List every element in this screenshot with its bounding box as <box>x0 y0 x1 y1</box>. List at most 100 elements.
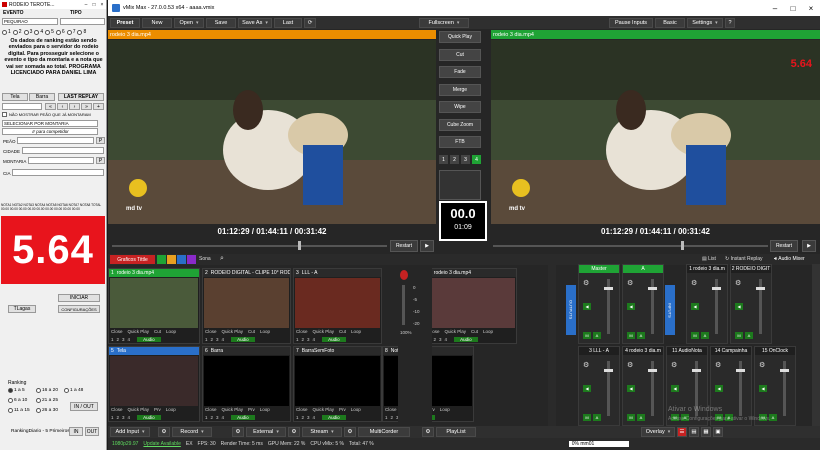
tab-tela[interactable]: Tela <box>2 93 28 101</box>
input-thumbnail[interactable] <box>204 356 289 406</box>
cia-select[interactable] <box>12 169 104 176</box>
instant-replay-button[interactable]: ↻ Instant Replay <box>725 256 763 262</box>
montaria-select[interactable] <box>28 157 94 164</box>
output-seek-handle[interactable] <box>681 241 684 250</box>
prev-button[interactable]: ‹ <box>57 103 68 110</box>
ranking-in-button[interactable]: IN <box>69 427 83 436</box>
mute-button[interactable]: ◀ <box>583 385 591 392</box>
input-action-loop[interactable]: Loop <box>260 329 270 334</box>
pause-inputs-button[interactable]: Pause Inputs <box>609 17 653 28</box>
gear-icon[interactable]: ⚙ <box>627 361 633 369</box>
gear-icon[interactable]: ⚙ <box>583 279 589 287</box>
tab-last-replay[interactable]: LAST REPLAY <box>58 93 104 101</box>
input-action-prv[interactable]: Prv <box>154 407 161 412</box>
output-play-button[interactable]: ▶ <box>802 240 816 252</box>
ranking-out-button[interactable]: OUT <box>85 427 99 436</box>
transition-merge[interactable]: Merge <box>439 83 481 96</box>
basic-button[interactable]: Basic <box>655 17 685 28</box>
gear-icon[interactable]: ⚙ <box>627 279 633 287</box>
gear-icon[interactable]: ⚙ <box>691 279 697 287</box>
graficos-tab[interactable]: Graficos Tittle <box>110 255 155 264</box>
input-overlay-3[interactable]: 3 <box>216 415 219 420</box>
input-action-close[interactable]: Close <box>205 329 217 334</box>
input-action-close[interactable]: Close <box>205 407 217 412</box>
mute-button[interactable]: ◀ <box>691 303 699 310</box>
input-action-quick-play[interactable]: Quick Play <box>128 407 150 412</box>
next-button[interactable]: › <box>69 103 80 110</box>
a-button[interactable]: A <box>701 332 709 339</box>
input-overlay-3[interactable]: 3 <box>307 415 310 420</box>
mixer-scroll-left[interactable] <box>548 264 556 430</box>
input-audio-button[interactable]: Audio <box>137 337 161 342</box>
preview-play-button[interactable]: ▶ <box>420 240 434 252</box>
iniciar-button[interactable]: INICIAR <box>58 294 100 302</box>
input-overlay-2[interactable]: 2 <box>434 337 437 342</box>
input-action-loop[interactable]: Loop <box>166 407 176 412</box>
input-overlay-2[interactable]: 2 <box>117 337 120 342</box>
input-action-prv[interactable]: Prv <box>339 407 346 412</box>
input-overlay-3[interactable]: 3 <box>307 337 310 342</box>
ranking-option[interactable]: 6 a 10 <box>8 398 27 403</box>
stream-settings-icon[interactable]: ⚙ <box>288 427 300 437</box>
input-action-quick-play[interactable]: Quick Play <box>222 329 244 334</box>
external-settings-icon[interactable]: ⚙ <box>232 427 244 437</box>
transition-number[interactable]: 3 <box>461 155 470 164</box>
peao-select[interactable] <box>17 137 94 144</box>
purple-category[interactable] <box>187 255 196 264</box>
cidade-input[interactable] <box>22 147 104 154</box>
input-audio-button[interactable]: Audio <box>231 415 255 420</box>
input-action-cut[interactable]: Cut <box>248 329 255 334</box>
input-tile-2[interactable]: 2 RODEIO DIGITAL - CLIPE 10° RODE Close Qui… <box>202 268 291 344</box>
input-overlay-3[interactable]: 3 <box>122 415 125 420</box>
orange-category[interactable] <box>167 255 176 264</box>
input-action-loop[interactable]: Loop <box>440 407 450 412</box>
transition-number[interactable]: 4 <box>472 155 481 164</box>
input-action-close[interactable]: Close <box>111 329 123 334</box>
transition-number[interactable]: 1 <box>439 155 448 164</box>
input-tile-1[interactable]: 1 rodeio 3 dia.mp4 Close Quick Play Cut Loop 1… <box>108 268 200 344</box>
input-action-quick-play[interactable]: Quick Play <box>128 329 150 334</box>
preview-restart-button[interactable]: Restart <box>390 240 418 252</box>
vmix-close-icon[interactable]: × <box>802 4 820 13</box>
preview-seek-handle[interactable] <box>298 241 301 250</box>
input-overlay-2[interactable]: 2 <box>391 415 394 420</box>
in-out-button[interactable]: IN / OUT <box>70 402 98 411</box>
record-button[interactable]: Record <box>172 427 212 437</box>
transition-cube-zoom[interactable]: Cube Zoom <box>439 118 481 131</box>
output-video[interactable]: 5.64 md tv <box>491 40 820 224</box>
m-button[interactable]: M <box>583 332 591 339</box>
t-bar[interactable] <box>439 170 481 200</box>
input-action-close[interactable]: Close <box>296 329 308 334</box>
grid-icon[interactable]: ▦ <box>701 427 711 437</box>
input-tile-5[interactable]: 5 Tela Close Quick Play Prv Loop 1 2 3 4 Audio <box>108 346 200 422</box>
mixer-fader[interactable] <box>604 279 613 334</box>
gear-icon[interactable]: ⚙ <box>671 361 677 369</box>
input-thumbnail[interactable] <box>295 278 380 328</box>
multicorder-settings-icon[interactable]: ⚙ <box>344 427 356 437</box>
transition-cut[interactable]: Cut <box>439 48 481 61</box>
input-action-quick-play[interactable]: Quick Play <box>313 407 335 412</box>
input-tile-3[interactable]: 3 LLL - A Close Quick Play Cut Loop 1 2 3 4 Audio <box>293 268 382 344</box>
input-action-quick-play[interactable]: Quick Play <box>222 407 244 412</box>
input-overlay-4[interactable]: 4 <box>445 337 448 342</box>
round-radio-7[interactable]: 7 <box>66 29 75 35</box>
new-button[interactable]: New <box>142 17 172 28</box>
mixer-fader[interactable] <box>780 361 789 416</box>
last-button[interactable]: Last <box>274 17 302 28</box>
hide-ridden-checkbox[interactable] <box>2 112 7 117</box>
record-indicator[interactable] <box>400 270 408 280</box>
m-button[interactable]: M <box>627 332 635 339</box>
input-action-quick-play[interactable]: Quick Play <box>445 329 467 334</box>
evento-select[interactable]: PEQUIRAO <box>2 18 58 25</box>
transition-number[interactable]: 2 <box>450 155 459 164</box>
first-button[interactable]: « <box>45 103 56 110</box>
round-radio-6[interactable]: 6 <box>55 29 65 35</box>
input-audio-button[interactable]: Audio <box>322 415 346 420</box>
mute-button[interactable]: ◀ <box>671 385 679 392</box>
input-thumbnail[interactable] <box>295 356 380 406</box>
round-radio-1[interactable]: 1 <box>2 29 11 35</box>
master-fader[interactable] <box>402 285 405 325</box>
blue-category[interactable] <box>177 255 186 264</box>
transition-fade[interactable]: Fade <box>439 66 481 78</box>
a-button[interactable]: A <box>637 332 645 339</box>
